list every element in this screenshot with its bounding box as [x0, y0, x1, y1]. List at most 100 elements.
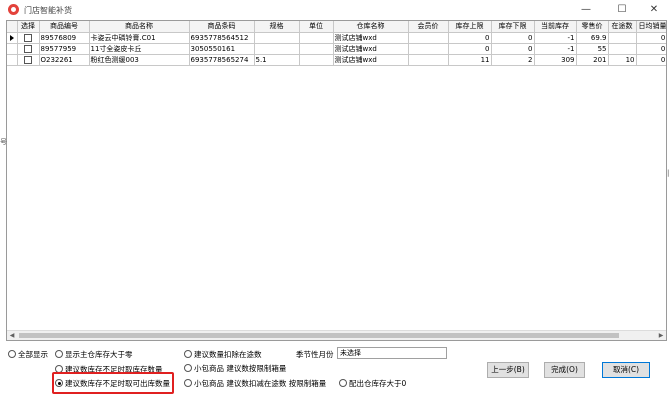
- cell-upper: 0: [448, 32, 492, 44]
- cell-barcode: 6935778564512: [189, 32, 255, 44]
- title-bar: 门店智能补货 — ☐ ✕: [0, 0, 671, 20]
- cell-upper: 0: [448, 43, 492, 55]
- table-row[interactable]: O232261 粉红色测缓003 6935778565274 5.1 测试店铺w…: [7, 54, 666, 66]
- row-checkbox[interactable]: [24, 33, 32, 42]
- cell-lower: 2: [491, 54, 535, 66]
- column-header[interactable]: 单位: [299, 21, 334, 33]
- radio-icon[interactable]: [184, 364, 192, 372]
- prev-step-button[interactable]: 上一步(B): [487, 362, 529, 378]
- cell-transit: [608, 43, 637, 55]
- horizontal-scrollbar[interactable]: ◀ ▶: [7, 330, 666, 340]
- current-row-indicator: [7, 32, 18, 44]
- radio-icon[interactable]: [184, 350, 192, 358]
- option-deduct-transit[interactable]: 建议数量扣除在途数: [184, 348, 262, 360]
- cell-spec: [254, 43, 300, 55]
- select-cell[interactable]: [17, 54, 40, 66]
- minimize-button[interactable]: —: [573, 2, 599, 18]
- column-header[interactable]: 零售价: [576, 21, 609, 33]
- radio-icon[interactable]: [55, 350, 63, 358]
- radio-icon[interactable]: [184, 379, 192, 387]
- option-show-all[interactable]: 全部显示: [8, 348, 48, 360]
- row-pointer-icon: [9, 34, 14, 41]
- cell-daily: 0.: [636, 43, 666, 55]
- highlight-box: [52, 372, 174, 394]
- option-small-pack-limit[interactable]: 小包商品 建议数按限制箱量: [184, 362, 286, 374]
- cell-retail: 69.9: [576, 32, 609, 44]
- cell-unit: [299, 32, 334, 44]
- cell-warehouse: 测试店铺wxd: [333, 43, 409, 55]
- cell-lower: 0: [491, 43, 535, 55]
- select-cell[interactable]: [17, 32, 40, 44]
- cell-warehouse: 测试店铺wxd: [333, 54, 409, 66]
- cell-daily: 0.: [636, 54, 666, 66]
- cancel-button[interactable]: 取消(C): [602, 362, 650, 378]
- cell-name: 11寸全姿皮卡丘: [89, 43, 190, 55]
- column-header[interactable]: 商品编号: [39, 21, 90, 33]
- table-row[interactable]: 89576809 卡姿云中磷铃膏.C01 6935778564512 测试店铺w…: [7, 32, 666, 44]
- cell-transit: [608, 32, 637, 44]
- row-checkbox[interactable]: [24, 55, 32, 64]
- option-small-pack-deduct-transit[interactable]: 小包商品 建议数扣减在途数 按限制箱量: [184, 377, 326, 389]
- column-header[interactable]: 当前库存: [534, 21, 577, 33]
- cell-daily: 0.: [636, 32, 666, 44]
- option-main-stock-gt-zero[interactable]: 显示主仓库存大于零: [55, 348, 133, 360]
- cell-retail: 201: [576, 54, 609, 66]
- table-row[interactable]: 89577959 11寸全姿皮卡丘 3050550161 测试店铺wxd 0 0…: [7, 43, 666, 55]
- season-month-input[interactable]: 未选择: [337, 347, 447, 359]
- window-title: 门店智能补货: [24, 6, 72, 15]
- cell-name: 卡姿云中磷铃膏.C01: [89, 32, 190, 44]
- cell-transit: 10: [608, 54, 637, 66]
- option-distribution-gt-zero[interactable]: 配出仓库存大于0: [339, 377, 406, 389]
- right-edge-label: |: [667, 169, 670, 177]
- scroll-right-arrow-icon[interactable]: ▶: [656, 331, 666, 340]
- option-label: 小包商品 建议数扣减在途数 按限制箱量: [194, 378, 327, 388]
- cell-retail: 55: [576, 43, 609, 55]
- column-header[interactable]: 商品条码: [189, 21, 255, 33]
- cell-member-price: [408, 43, 449, 55]
- cell-lower: 0: [491, 32, 535, 44]
- maximize-button[interactable]: ☐: [609, 2, 635, 18]
- column-header[interactable]: 在途数: [608, 21, 637, 33]
- cell-current: -1: [534, 32, 577, 44]
- column-header[interactable]: 商品名称: [89, 21, 190, 33]
- column-header[interactable]: 日均销量: [636, 21, 666, 33]
- cell-member-price: [408, 32, 449, 44]
- scroll-left-arrow-icon[interactable]: ◀: [7, 331, 17, 340]
- column-header[interactable]: 库存下限: [491, 21, 535, 33]
- cell-code: 89577959: [39, 43, 90, 55]
- cell-barcode: 6935778565274: [189, 54, 255, 66]
- column-header[interactable]: 库存上限: [448, 21, 492, 33]
- product-grid[interactable]: 选择 商品编号 商品名称 商品条码 规格 单位 仓库名称 会员价 库存上限 库存…: [6, 20, 667, 341]
- finish-button[interactable]: 完成(O): [544, 362, 585, 378]
- cell-spec: [254, 32, 300, 44]
- row-checkbox[interactable]: [24, 44, 32, 53]
- radio-icon[interactable]: [8, 350, 16, 358]
- cell-current: 309: [534, 54, 577, 66]
- left-edge-label: 号: [0, 138, 7, 146]
- table-header-row: 选择 商品编号 商品名称 商品条码 规格 单位 仓库名称 会员价 库存上限 库存…: [7, 21, 666, 33]
- cell-unit: [299, 54, 334, 66]
- select-cell[interactable]: [17, 43, 40, 55]
- row-indicator-header: [7, 21, 18, 33]
- column-header[interactable]: 规格: [254, 21, 300, 33]
- option-label: 配出仓库存大于0: [349, 378, 407, 388]
- scrollbar-thumb[interactable]: [19, 333, 619, 338]
- option-label: 小包商品 建议数按限制箱量: [194, 363, 287, 373]
- cell-member-price: [408, 54, 449, 66]
- cell-code: 89576809: [39, 32, 90, 44]
- column-header[interactable]: 会员价: [408, 21, 449, 33]
- option-label: 全部显示: [18, 349, 48, 359]
- radio-icon[interactable]: [339, 379, 347, 387]
- cell-name: 粉红色测缓003: [89, 54, 190, 66]
- close-window-button[interactable]: ✕: [641, 2, 667, 18]
- column-header[interactable]: 选择: [17, 21, 40, 33]
- cell-spec: 5.1: [254, 54, 300, 66]
- cell-code: O232261: [39, 54, 90, 66]
- column-header[interactable]: 仓库名称: [333, 21, 409, 33]
- row-indicator: [7, 54, 18, 66]
- product-table: 选择 商品编号 商品名称 商品条码 规格 单位 仓库名称 会员价 库存上限 库存…: [7, 21, 666, 66]
- cell-current: -1: [534, 43, 577, 55]
- cell-upper: 11: [448, 54, 492, 66]
- cell-barcode: 3050550161: [189, 43, 255, 55]
- app-logo-icon: [8, 4, 19, 15]
